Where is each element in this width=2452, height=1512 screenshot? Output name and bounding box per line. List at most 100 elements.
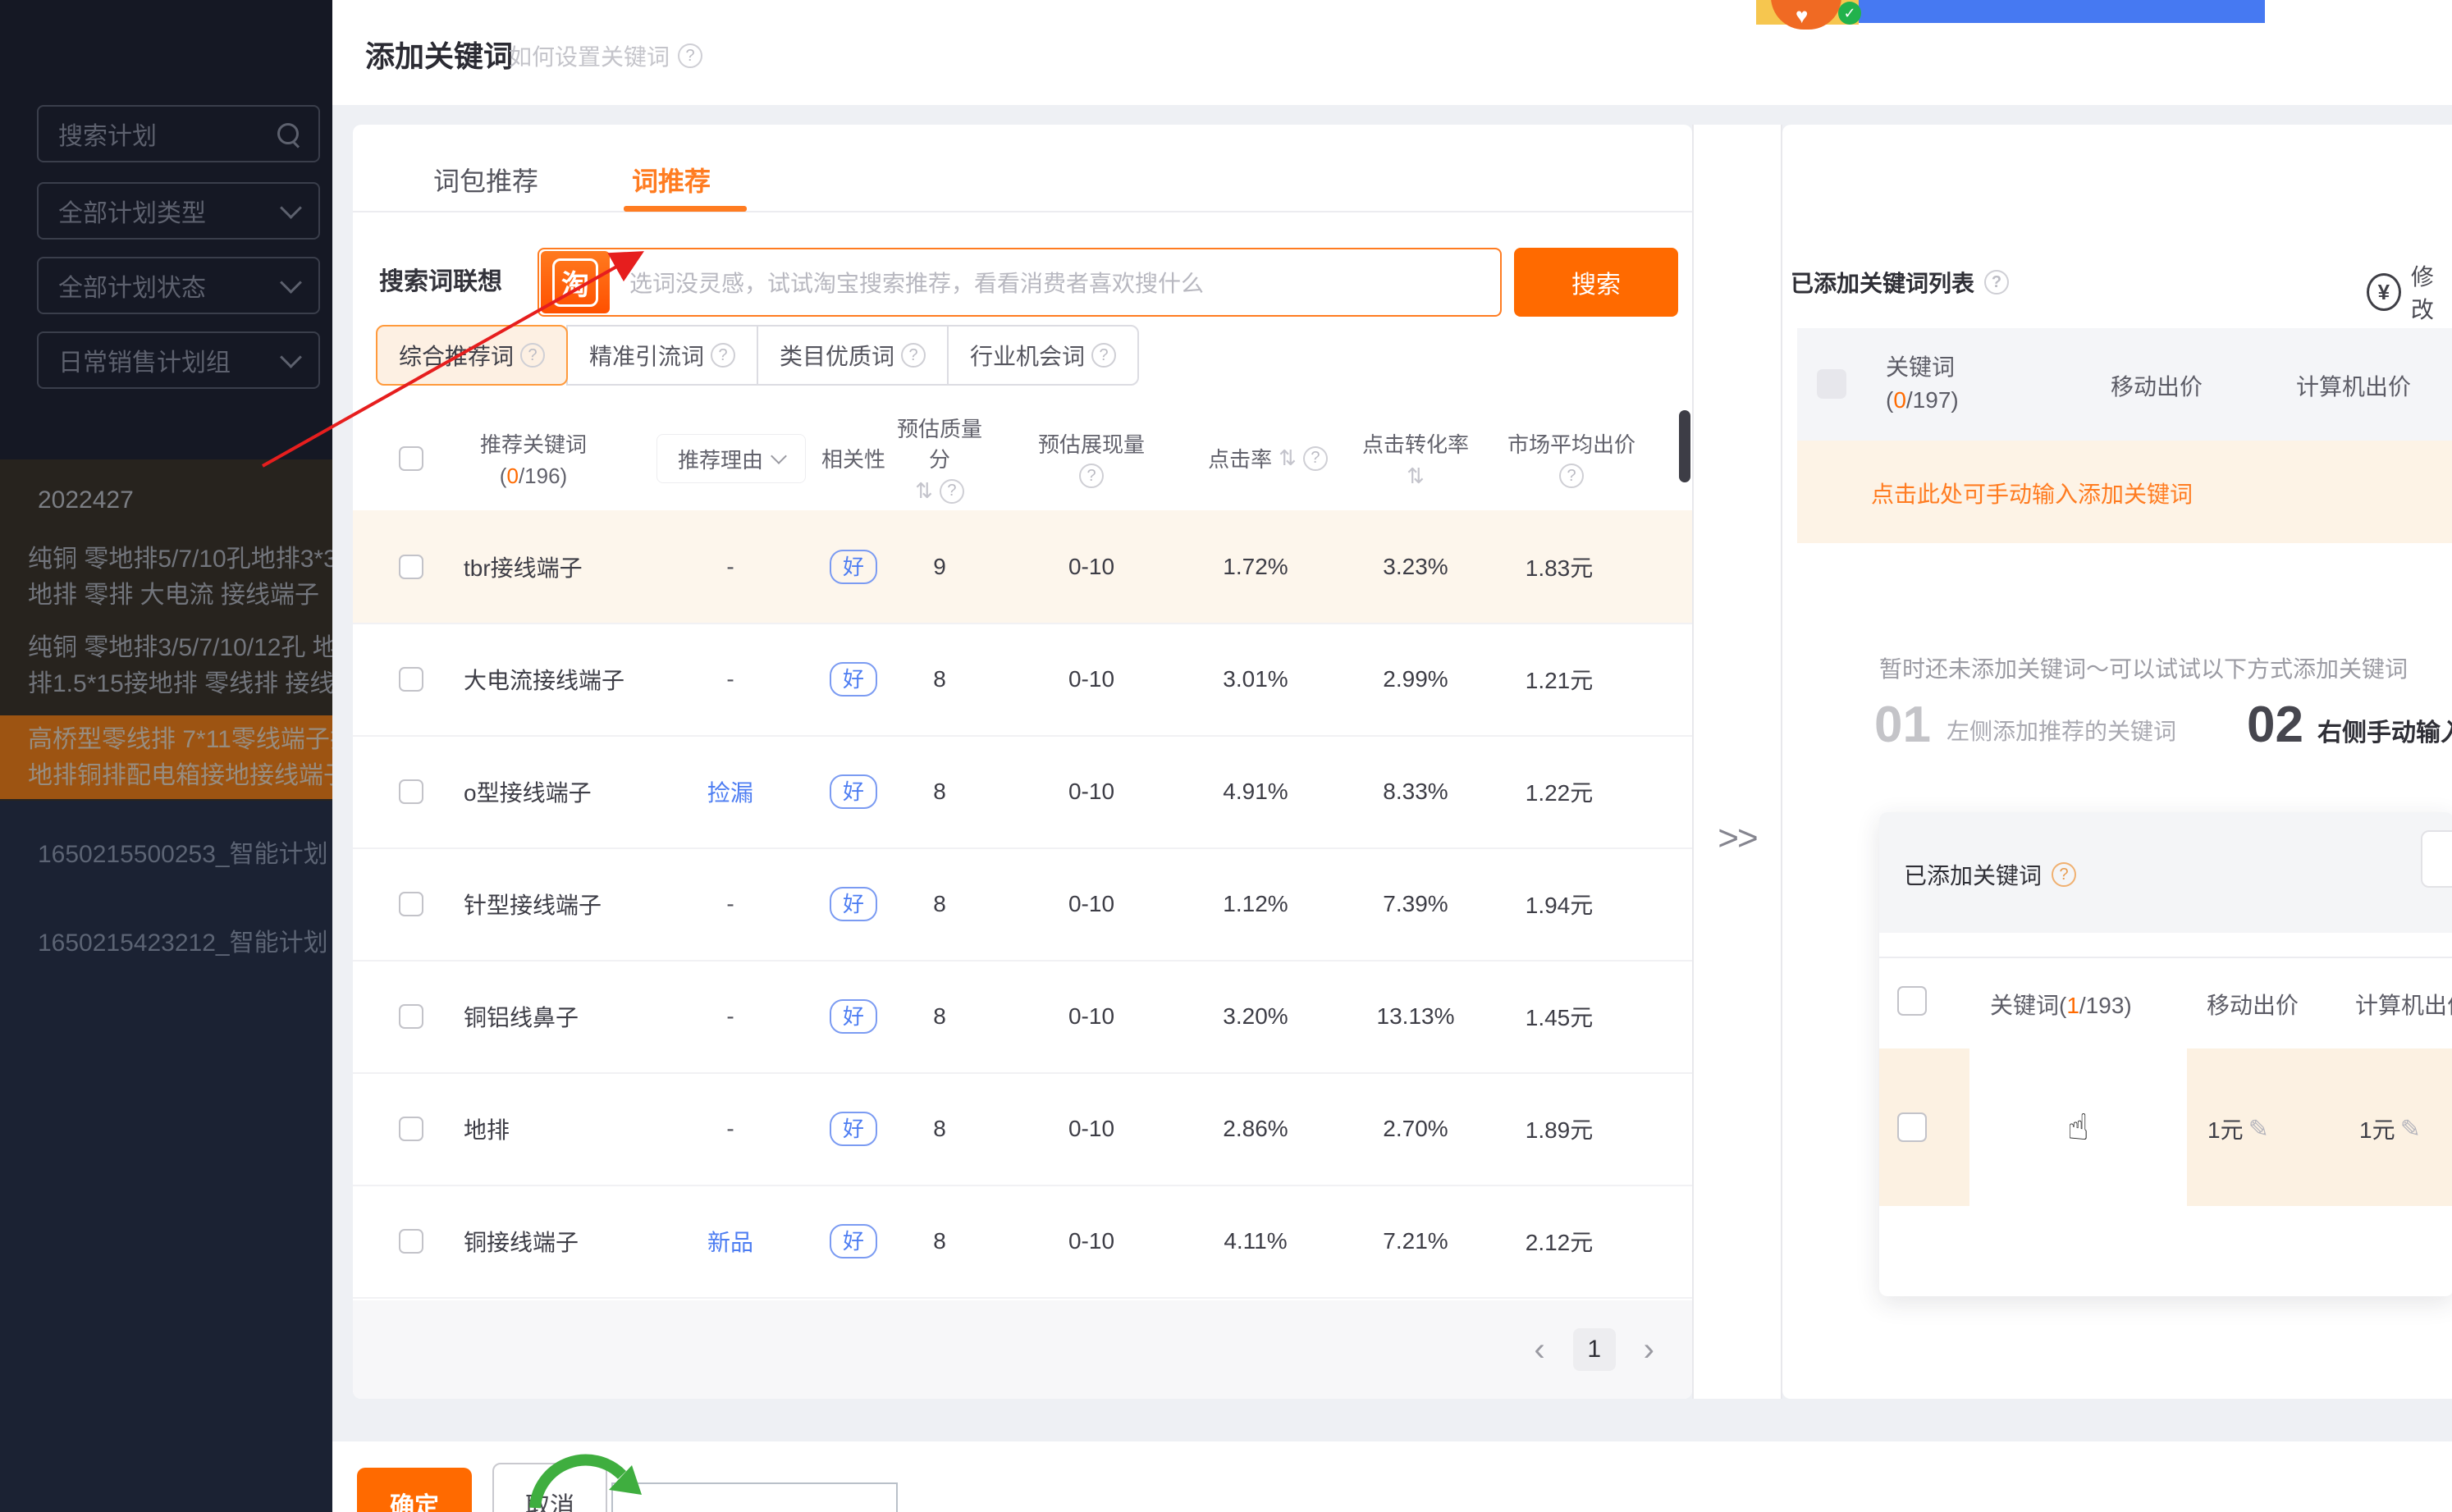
plan-item[interactable]: 1650215423212_智能计划 — [38, 925, 332, 962]
table-row[interactable]: 大电流接线端子 - 好 8 0-10 3.01% 2.99% 1.21元 — [353, 623, 1692, 737]
table-row[interactable]: 铜铝线鼻子 - 好 8 0-10 3.20% 13.13% 1.45元 — [353, 960, 1692, 1074]
check-badge-icon: ✓ — [1838, 2, 1861, 25]
chip-precise-traffic[interactable]: 精准引流词 ? — [566, 325, 758, 386]
dialog-help[interactable]: 如何设置关键词 ? — [509, 39, 702, 72]
manual-add-row[interactable]: 点击此处可手动输入添加关键词 — [1797, 441, 2452, 543]
plan-item[interactable]: 1650215500253_智能计划 — [38, 837, 332, 873]
row-reason[interactable]: - — [726, 554, 734, 580]
row-impressions: 0-10 — [1034, 847, 1149, 960]
active-tab-underline — [624, 206, 747, 212]
pc-bid-value[interactable]: 1元 ✎ — [2359, 1112, 2421, 1145]
cursor-icon: ☝ — [2067, 1107, 2089, 1149]
plan-item[interactable]: 2022427 — [38, 482, 332, 518]
row-cvr: 3.23% — [1358, 510, 1473, 623]
row-reason[interactable]: 捡漏 — [707, 775, 753, 808]
keyword-cell[interactable]: ☝ — [1969, 1048, 2187, 1206]
floating-widget[interactable]: ♥ ✓ — [1756, 0, 2265, 25]
added-keywords-card: 已添加关键词列表 ? ¥ 修改 关键词 (0/197) 移动出价 计算机出价 — [1782, 125, 2452, 1399]
search-icon[interactable] — [277, 123, 299, 144]
question-icon[interactable]: ? — [2052, 862, 2076, 887]
confirm-button[interactable]: 确定 — [357, 1468, 472, 1512]
row-checkbox[interactable] — [399, 1117, 423, 1141]
row-keyword: 地排 — [464, 1072, 652, 1185]
row-reason[interactable]: 新品 — [707, 1225, 753, 1258]
plan-group-select[interactable]: 日常销售计划组 — [37, 331, 320, 389]
sort-icon[interactable]: ⇅ — [1407, 464, 1425, 489]
question-icon[interactable]: ? — [901, 343, 926, 368]
sort-icon[interactable]: ⇅ — [915, 478, 933, 504]
question-icon[interactable]: ? — [711, 343, 735, 368]
plan-item[interactable]: 纯铜 零地排3/5/7/10/12孔 地线 — [28, 630, 332, 666]
sidebar: 搜索计划 全部计划类型 全部计划状态 日常销售计划组 2022427 纯铜 零地… — [0, 0, 332, 1512]
added-keyword-row[interactable]: ☝ 1元 ✎ 1元 ✎ — [1879, 1048, 2452, 1206]
tab-divider — [353, 211, 1692, 212]
row-reason[interactable]: - — [726, 891, 734, 917]
question-icon[interactable]: ? — [1303, 446, 1328, 471]
table-scrollbar[interactable] — [1679, 410, 1690, 482]
col-keyword: 关键词 (0/197) — [1886, 351, 1959, 417]
row-checkbox[interactable] — [399, 779, 423, 804]
plan-item-selected[interactable]: 高桥型零线排 7*11零线端子排零 — [28, 722, 332, 758]
plan-item-line2[interactable]: 排1.5*15接地排 零线排 接线端子 — [28, 666, 332, 702]
chip-industry-opportunity[interactable]: 行业机会词 ? — [947, 325, 1139, 386]
relevance-badge: 好 — [830, 774, 877, 809]
manual-add-link[interactable]: 点击此处可手动输入添加关键词 — [1871, 477, 2193, 509]
page-number[interactable]: 1 — [1573, 1328, 1616, 1371]
plan-item[interactable]: 纯铜 零地排5/7/10孔地排3*30排 — [28, 541, 332, 578]
row-price: 1.94元 — [1502, 847, 1617, 960]
row-checkbox[interactable] — [399, 555, 423, 579]
chip-comprehensive[interactable]: 综合推荐词 ? — [376, 325, 568, 386]
col-market-avg-bid: 市场平均出价 ? — [1494, 406, 1649, 510]
tab-word-package[interactable]: 词包推荐 — [433, 161, 538, 199]
row-reason[interactable]: - — [726, 1116, 734, 1142]
plan-item-line2[interactable]: 地排 零排 大电流 接线端子 — [28, 578, 332, 614]
row-reason[interactable]: - — [726, 1003, 734, 1030]
prev-page-icon[interactable]: ‹ — [1534, 1333, 1544, 1366]
question-icon[interactable]: ? — [1079, 464, 1104, 488]
col-reason-filter[interactable]: 推荐理由 — [656, 434, 806, 483]
collapse-expander[interactable]: >> — [1694, 818, 1781, 859]
row-checkbox[interactable] — [1897, 1112, 1927, 1142]
row-cvr: 7.21% — [1358, 1185, 1473, 1297]
question-icon[interactable]: ? — [1559, 464, 1584, 488]
modify-bid-button[interactable]: ¥ 修改 — [2367, 259, 2452, 325]
question-icon[interactable]: ? — [940, 479, 964, 504]
next-page-icon[interactable]: › — [1644, 1333, 1654, 1366]
select-all-checkbox[interactable] — [1897, 986, 1927, 1016]
chip-category-quality[interactable]: 类目优质词 ? — [757, 325, 949, 386]
table-row[interactable]: 地排 - 好 8 0-10 2.86% 2.70% 1.89元 — [353, 1072, 1692, 1186]
popup-action-button[interactable] — [2421, 830, 2452, 888]
plan-search-input[interactable]: 搜索计划 — [37, 105, 320, 162]
row-checkbox[interactable] — [399, 1229, 423, 1254]
mobile-bid-value[interactable]: 1元 ✎ — [2207, 1112, 2269, 1145]
plan-status-select[interactable]: 全部计划状态 — [37, 257, 320, 314]
row-checkbox[interactable] — [399, 892, 423, 916]
search-button[interactable]: 搜索 — [1514, 248, 1678, 317]
question-icon[interactable]: ? — [678, 43, 702, 68]
row-reason[interactable]: - — [726, 666, 734, 692]
question-icon[interactable]: ? — [520, 343, 545, 368]
table-row[interactable]: o型接线端子 捡漏 好 8 0-10 4.91% 8.33% 1.22元 — [353, 735, 1692, 849]
row-checkbox[interactable] — [399, 667, 423, 692]
table-row[interactable]: 铜接线端子 新品 好 8 0-10 4.11% 7.21% 2.12元 — [353, 1185, 1692, 1299]
row-checkbox[interactable] — [399, 1004, 423, 1029]
plan-item-selected-line2[interactable]: 地排铜排配电箱接地接线端子 — [28, 758, 332, 794]
question-icon[interactable]: ? — [1091, 343, 1116, 368]
pencil-icon[interactable]: ✎ — [2248, 1115, 2269, 1144]
table-row[interactable]: tbr接线端子 - 好 9 0-10 1.72% 3.23% 1.83元 — [353, 510, 1692, 624]
cancel-button[interactable]: 取消 — [492, 1463, 607, 1512]
panel-gutter: >> — [1692, 125, 1782, 1399]
row-ctr: 4.91% — [1198, 735, 1313, 847]
select-all-checkbox[interactable] — [399, 446, 423, 471]
widget-blue-bar[interactable] — [1859, 0, 2265, 23]
keyword-search-input[interactable]: 淘 选词没灵感，试试淘宝搜索推荐，看看消费者喜欢搜什么 — [538, 248, 1502, 317]
tab-word-recommend[interactable]: 词推荐 — [632, 161, 711, 199]
pencil-icon[interactable]: ✎ — [2400, 1115, 2421, 1144]
row-quality: 8 — [890, 735, 989, 847]
question-icon[interactable]: ? — [1984, 270, 2009, 295]
sort-icon[interactable]: ⇅ — [1279, 445, 1297, 471]
relevance-badge: 好 — [830, 1224, 877, 1258]
popup-header: 已添加关键词 ? — [1879, 812, 2452, 933]
table-row[interactable]: 针型接线端子 - 好 8 0-10 1.12% 7.39% 1.94元 — [353, 847, 1692, 962]
plan-type-select[interactable]: 全部计划类型 — [37, 182, 320, 240]
